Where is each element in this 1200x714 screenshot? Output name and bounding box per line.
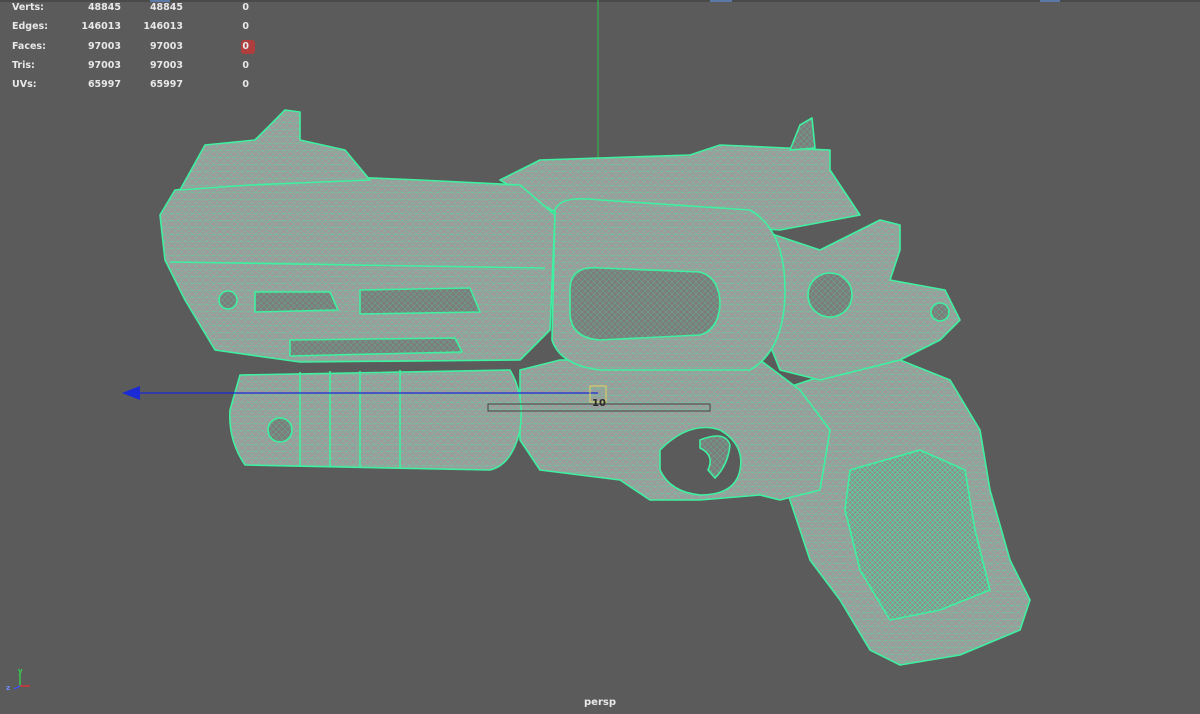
z-axis-arrow-head[interactable] <box>122 386 140 400</box>
manipulator-value: 10 <box>592 398 606 409</box>
hud-value-selected: 97003 <box>149 40 183 52</box>
xyz-axis-icon: y z <box>6 667 30 692</box>
barrel-slot-mid <box>359 287 481 315</box>
hud-label: Faces: <box>12 40 46 52</box>
hud-label: Verts: <box>12 2 44 13</box>
hud-value-scene: 48845 <box>87 2 121 13</box>
gizmo-z-label: z <box>6 684 10 692</box>
barrel-screw <box>218 290 238 310</box>
gizmo-y-label: y <box>18 667 23 675</box>
hud-value-other: 0 <box>242 2 249 13</box>
hud-value-scene: 97003 <box>87 40 121 52</box>
hud-value-other: 0 <box>242 40 249 52</box>
hud-label: UVs: <box>12 79 37 91</box>
hud-row-edges: Edges: 146013 146013 0 <box>12 19 257 38</box>
hud-value-other: 0 <box>242 59 249 71</box>
cylinder-flute <box>569 266 721 341</box>
barrel-slot-short <box>254 291 339 313</box>
camera-name-label: persp <box>584 697 616 708</box>
hud-value-other: 0 <box>242 79 249 91</box>
hud-row-verts: Verts: 48845 48845 0 <box>12 0 257 19</box>
barrel-slot-long <box>289 337 463 357</box>
hud-value-other: 0 <box>242 21 249 33</box>
hud-row-faces: Faces: 97003 97003 0 <box>12 39 257 58</box>
hud-value-selected: 65997 <box>149 79 183 91</box>
hud-value-scene: 97003 <box>87 59 121 71</box>
hud-value-scene: 146013 <box>81 21 121 33</box>
hud-label: Edges: <box>12 21 48 33</box>
hud-value-selected: 48845 <box>149 2 183 13</box>
grip-screw <box>930 302 950 322</box>
rear-sight <box>789 117 816 151</box>
viewport-persp[interactable]: 10 Verts: 48845 48845 0 Edges: 146013 14… <box>0 0 1200 714</box>
barrel <box>159 174 556 363</box>
hammer-assembly <box>759 219 961 381</box>
hud-value-selected: 146013 <box>143 21 183 33</box>
hud-label: Tris: <box>12 59 35 71</box>
hud-row-tris: Tris: 97003 97003 0 <box>12 58 257 77</box>
gizmo-z-line <box>13 685 21 690</box>
hud-row-uvs: UVs: 65997 65997 0 <box>12 77 257 96</box>
revolver-mesh[interactable] <box>159 109 1031 666</box>
scene-canvas[interactable]: 10 <box>0 0 1200 714</box>
poly-count-hud: Verts: 48845 48845 0 Edges: 146013 14601… <box>12 0 257 96</box>
flashlight-knob <box>267 417 293 443</box>
hud-value-scene: 65997 <box>87 79 121 91</box>
hammer-screw <box>807 272 853 318</box>
barrel-top-rib <box>179 109 371 191</box>
hud-value-selected: 97003 <box>149 59 183 71</box>
